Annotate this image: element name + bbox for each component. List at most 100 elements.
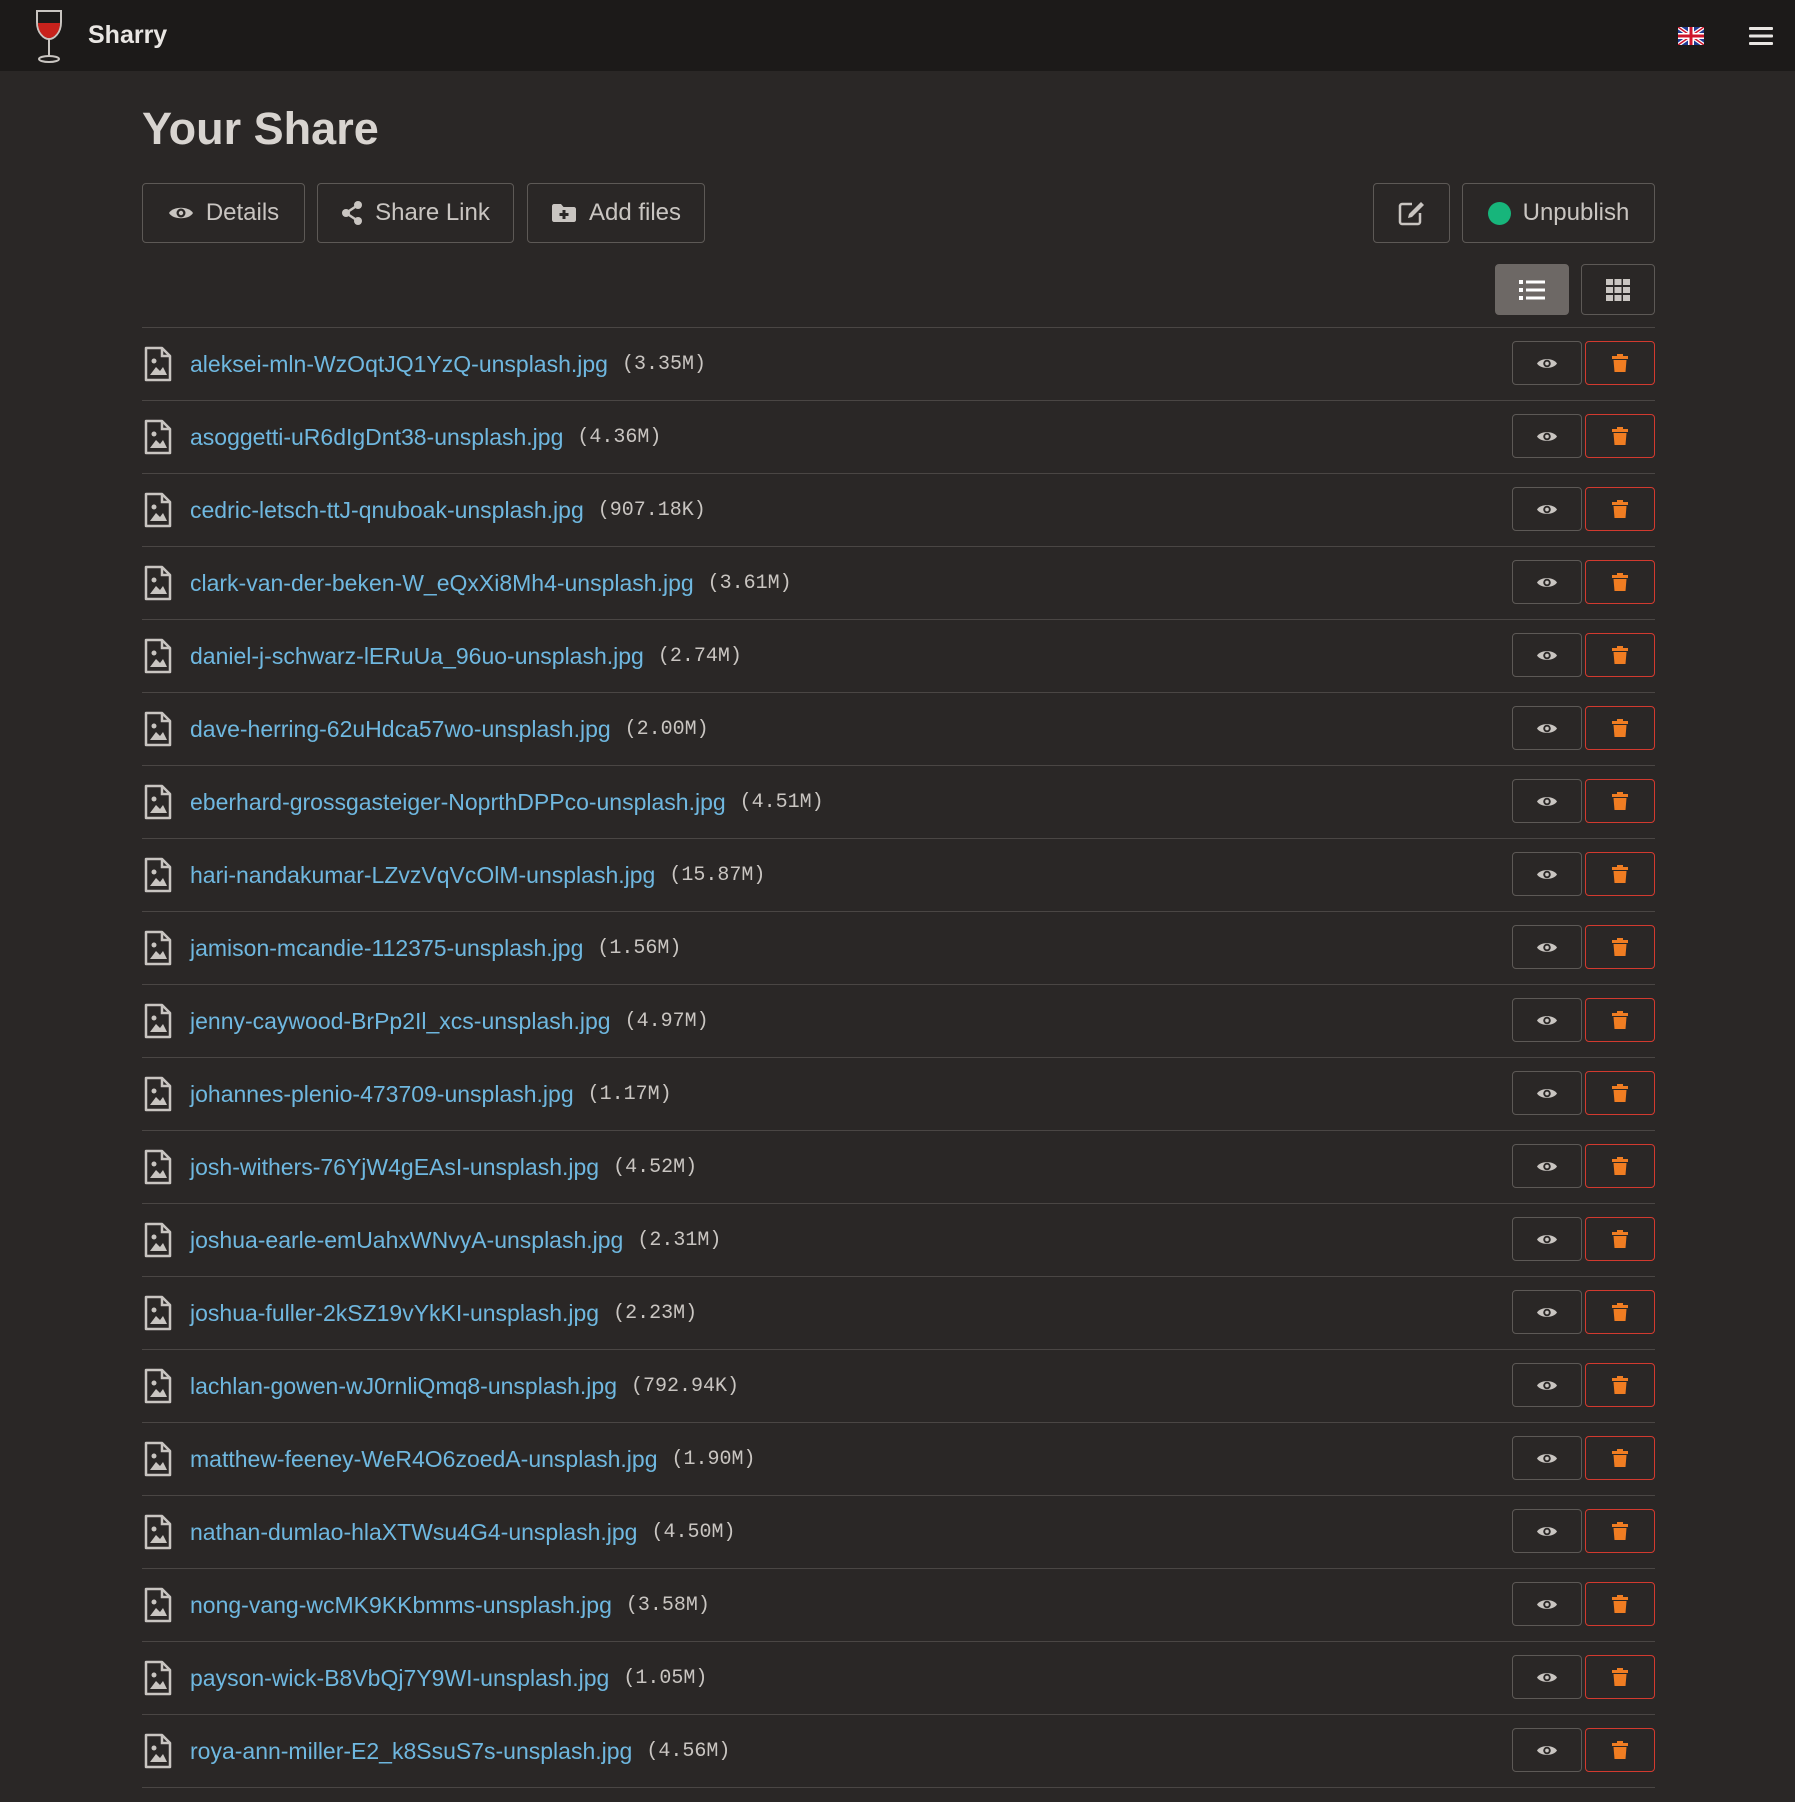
- view-mode-toggle: [142, 264, 1655, 315]
- delete-file-button[interactable]: [1585, 1290, 1655, 1334]
- file-row: johannes-plenio-473709-unsplash.jpg (1.1…: [142, 1058, 1655, 1131]
- unpublish-button[interactable]: Unpublish: [1462, 183, 1655, 243]
- delete-file-button[interactable]: [1585, 414, 1655, 458]
- preview-file-button[interactable]: [1512, 1509, 1582, 1553]
- delete-file-button[interactable]: [1585, 1509, 1655, 1553]
- delete-file-button[interactable]: [1585, 1144, 1655, 1188]
- preview-file-button[interactable]: [1512, 487, 1582, 531]
- preview-file-button[interactable]: [1512, 779, 1582, 823]
- file-image-icon: [144, 1368, 172, 1404]
- eye-icon: [1537, 723, 1557, 733]
- file-name-link[interactable]: nathan-dumlao-hlaXTWsu4G4-unsplash.jpg: [190, 1519, 637, 1546]
- eye-icon: [1537, 1599, 1557, 1609]
- delete-file-button[interactable]: [1585, 779, 1655, 823]
- preview-file-button[interactable]: [1512, 925, 1582, 969]
- file-name-link[interactable]: asoggetti-uR6dIgDnt38-unsplash.jpg: [190, 424, 563, 451]
- delete-file-button[interactable]: [1585, 1655, 1655, 1699]
- file-row: eberhard-grossgasteiger-NoprthDPPco-unsp…: [142, 766, 1655, 839]
- file-size: (4.56M): [646, 1739, 731, 1763]
- file-name-link[interactable]: cedric-letsch-ttJ-qnuboak-unsplash.jpg: [190, 497, 584, 524]
- list-view-button[interactable]: [1495, 264, 1569, 315]
- file-image-icon: [144, 711, 172, 747]
- file-name-link[interactable]: lachlan-gowen-wJ0rnliQmq8-unsplash.jpg: [190, 1373, 617, 1400]
- delete-file-button[interactable]: [1585, 1217, 1655, 1261]
- preview-file-button[interactable]: [1512, 341, 1582, 385]
- eye-icon: [1537, 796, 1557, 806]
- delete-file-button[interactable]: [1585, 925, 1655, 969]
- file-name-link[interactable]: nong-vang-wcMK9KKbmms-unsplash.jpg: [190, 1592, 612, 1619]
- trash-icon: [1612, 1376, 1628, 1394]
- file-name-link[interactable]: aleksei-mln-WzOqtJQ1YzQ-unsplash.jpg: [190, 351, 608, 378]
- share-link-button[interactable]: Share Link: [317, 183, 514, 243]
- add-files-button[interactable]: Add files: [527, 183, 705, 243]
- brand[interactable]: Sharry: [32, 8, 167, 64]
- folder-plus-icon: [551, 204, 576, 222]
- file-name-link[interactable]: dave-herring-62uHdca57wo-unsplash.jpg: [190, 716, 611, 743]
- trash-icon: [1612, 1157, 1628, 1175]
- trash-icon: [1612, 646, 1628, 664]
- file-row: clark-van-der-beken-W_eQxXi8Mh4-unsplash…: [142, 547, 1655, 620]
- edit-button[interactable]: [1373, 183, 1450, 243]
- delete-file-button[interactable]: [1585, 1436, 1655, 1480]
- file-name-link[interactable]: clark-van-der-beken-W_eQxXi8Mh4-unsplash…: [190, 570, 694, 597]
- preview-file-button[interactable]: [1512, 1290, 1582, 1334]
- grid-view-button[interactable]: [1581, 264, 1655, 315]
- preview-file-button[interactable]: [1512, 706, 1582, 750]
- delete-file-button[interactable]: [1585, 633, 1655, 677]
- preview-file-button[interactable]: [1512, 1728, 1582, 1772]
- file-name-link[interactable]: roya-ann-miller-E2_k8SsuS7s-unsplash.jpg: [190, 1738, 632, 1765]
- preview-file-button[interactable]: [1512, 998, 1582, 1042]
- preview-file-button[interactable]: [1512, 852, 1582, 896]
- file-name-link[interactable]: joshua-earle-emUahxWNvyA-unsplash.jpg: [190, 1227, 623, 1254]
- preview-file-button[interactable]: [1512, 1436, 1582, 1480]
- delete-file-button[interactable]: [1585, 1071, 1655, 1115]
- unpublish-label: Unpublish: [1522, 199, 1630, 226]
- file-row: joshua-earle-emUahxWNvyA-unsplash.jpg (2…: [142, 1204, 1655, 1277]
- eye-icon: [168, 207, 193, 219]
- preview-file-button[interactable]: [1512, 633, 1582, 677]
- details-button[interactable]: Details: [142, 183, 305, 243]
- trash-icon: [1612, 354, 1628, 372]
- preview-file-button[interactable]: [1512, 1655, 1582, 1699]
- file-name-link[interactable]: daniel-j-schwarz-lERuUa_96uo-unsplash.jp…: [190, 643, 644, 670]
- eye-icon: [1537, 1088, 1557, 1098]
- delete-file-button[interactable]: [1585, 998, 1655, 1042]
- delete-file-button[interactable]: [1585, 1728, 1655, 1772]
- file-size: (1.56M): [597, 936, 682, 960]
- file-name-link[interactable]: joshua-fuller-2kSZ19vYkKI-unsplash.jpg: [190, 1300, 599, 1327]
- delete-file-button[interactable]: [1585, 852, 1655, 896]
- eye-icon: [1537, 1380, 1557, 1390]
- file-image-icon: [144, 565, 172, 601]
- preview-file-button[interactable]: [1512, 1071, 1582, 1115]
- preview-file-button[interactable]: [1512, 1144, 1582, 1188]
- file-name-link[interactable]: hari-nandakumar-LZvzVqVcOlM-unsplash.jpg: [190, 862, 655, 889]
- file-size: (792.94K): [631, 1374, 740, 1398]
- delete-file-button[interactable]: [1585, 560, 1655, 604]
- eye-icon: [1537, 1745, 1557, 1755]
- file-size: (1.05M): [623, 1666, 708, 1690]
- preview-file-button[interactable]: [1512, 560, 1582, 604]
- file-name-link[interactable]: eberhard-grossgasteiger-NoprthDPPco-unsp…: [190, 789, 726, 816]
- share-nodes-icon: [342, 201, 363, 225]
- file-size: (2.00M): [624, 717, 709, 741]
- eye-icon: [1537, 869, 1557, 879]
- delete-file-button[interactable]: [1585, 1363, 1655, 1407]
- delete-file-button[interactable]: [1585, 487, 1655, 531]
- file-name-link[interactable]: payson-wick-B8VbQj7Y9WI-unsplash.jpg: [190, 1665, 609, 1692]
- delete-file-button[interactable]: [1585, 1582, 1655, 1626]
- flag-uk-icon[interactable]: [1678, 26, 1704, 45]
- eye-icon: [1537, 1015, 1557, 1025]
- eye-icon: [1537, 1307, 1557, 1317]
- file-name-link[interactable]: jamison-mcandie-112375-unsplash.jpg: [190, 935, 583, 962]
- delete-file-button[interactable]: [1585, 706, 1655, 750]
- file-name-link[interactable]: matthew-feeney-WeR4O6zoedA-unsplash.jpg: [190, 1446, 658, 1473]
- delete-file-button[interactable]: [1585, 341, 1655, 385]
- preview-file-button[interactable]: [1512, 1363, 1582, 1407]
- preview-file-button[interactable]: [1512, 1217, 1582, 1261]
- file-name-link[interactable]: johannes-plenio-473709-unsplash.jpg: [190, 1081, 574, 1108]
- file-name-link[interactable]: jenny-caywood-BrPp2Il_xcs-unsplash.jpg: [190, 1008, 611, 1035]
- preview-file-button[interactable]: [1512, 414, 1582, 458]
- file-name-link[interactable]: josh-withers-76YjW4gEAsI-unsplash.jpg: [190, 1154, 599, 1181]
- hamburger-menu-icon[interactable]: [1749, 26, 1773, 46]
- preview-file-button[interactable]: [1512, 1582, 1582, 1626]
